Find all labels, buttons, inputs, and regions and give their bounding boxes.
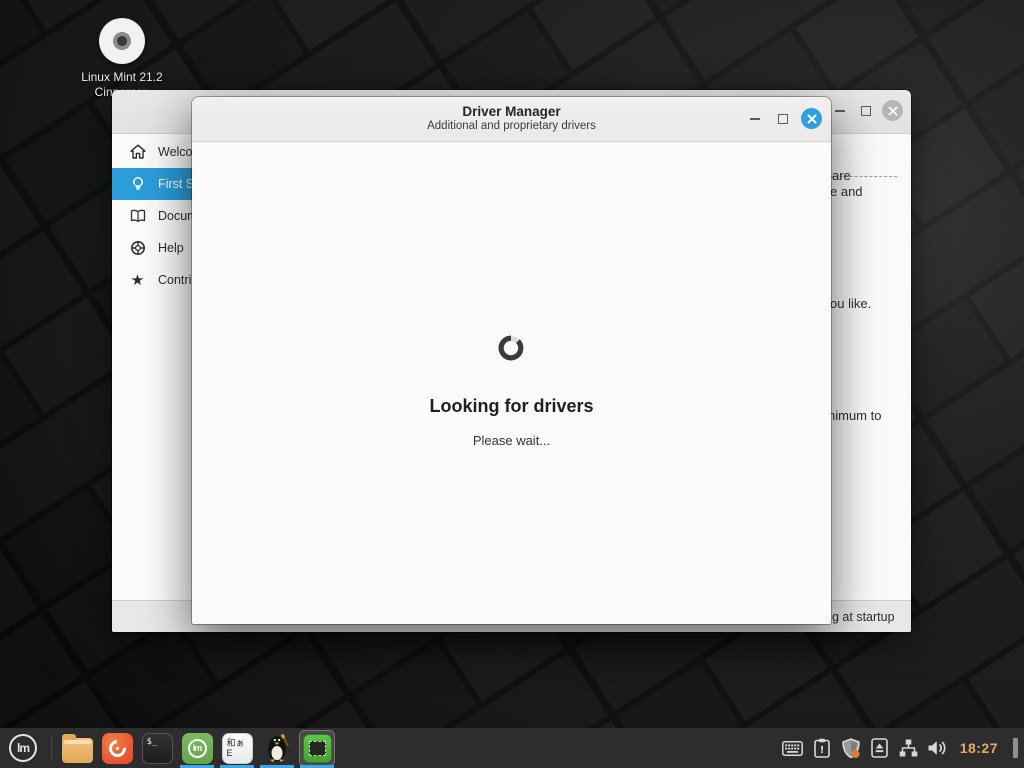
content-text-fragment: nimum to xyxy=(828,408,881,423)
desktop-icon-label-line1: Linux Mint 21.2 xyxy=(72,70,172,85)
lightbulb-icon xyxy=(129,176,146,193)
terminal-icon: $_ xyxy=(142,733,173,764)
minimize-icon xyxy=(835,110,845,112)
folder-icon xyxy=(62,738,93,763)
clipboard-alert-icon[interactable]: ! xyxy=(811,736,833,760)
welcome-minimize-button[interactable] xyxy=(830,101,850,121)
cdrom-disc-icon xyxy=(99,18,145,64)
show-at-startup-label[interactable]: g at startup xyxy=(832,601,895,633)
system-tray: ! xyxy=(782,728,1024,768)
content-text-fragment: are xyxy=(832,168,851,183)
input-method-window-button[interactable]: 和ぁ E xyxy=(217,728,257,768)
close-icon xyxy=(888,106,898,116)
status-subtext: Please wait... xyxy=(192,433,831,448)
active-app-window-button[interactable] xyxy=(297,728,337,768)
welcome-maximize-button[interactable] xyxy=(856,101,876,121)
loading-spinner xyxy=(496,333,526,363)
minimize-icon xyxy=(750,118,760,120)
taskbar-clock[interactable]: 18:27 xyxy=(956,740,1002,756)
lifebuoy-icon xyxy=(129,240,146,257)
mint-welcome-icon: lm xyxy=(182,733,213,764)
welcome-close-button[interactable] xyxy=(882,100,903,121)
status-heading: Looking for drivers xyxy=(192,396,831,417)
home-icon xyxy=(129,144,146,161)
driver-manager-close-button[interactable] xyxy=(801,108,822,129)
network-icon[interactable] xyxy=(898,736,920,760)
mint-menu-button[interactable]: lm xyxy=(0,728,46,768)
files-launcher[interactable] xyxy=(57,728,97,768)
mint-logo-icon: lm xyxy=(9,734,37,762)
driver-manager-maximize-button[interactable] xyxy=(773,109,793,129)
content-text-fragment: ou like. xyxy=(830,296,871,311)
svg-text:!: ! xyxy=(819,745,824,756)
mint-welcome-window-button[interactable]: lm xyxy=(177,728,217,768)
active-window-highlight xyxy=(299,730,335,766)
taskbar-separator xyxy=(51,735,52,761)
removable-media-eject-icon[interactable] xyxy=(869,736,891,760)
driver-manager-content: Looking for drivers Please wait... xyxy=(192,143,831,624)
taskbar: lm $_ lm 和ぁ E xyxy=(0,728,1024,768)
screenshot-area-icon xyxy=(303,734,332,763)
sidebar-item-label: Help xyxy=(158,241,184,255)
firefox-icon xyxy=(102,733,133,764)
volume-icon[interactable] xyxy=(927,736,949,760)
desktop: Linux Mint 21.2 Cinnamon Welcome xyxy=(0,0,1024,768)
star-icon: ★ xyxy=(129,272,146,289)
update-manager-shield-icon[interactable] xyxy=(840,736,862,760)
book-icon xyxy=(129,208,146,225)
window-subtitle: Additional and proprietary drivers xyxy=(192,120,831,132)
tux-app-window-button[interactable] xyxy=(257,728,297,768)
input-method-icon: 和ぁ E xyxy=(222,733,253,764)
driver-manager-minimize-button[interactable] xyxy=(745,109,765,129)
firefox-launcher[interactable] xyxy=(97,728,137,768)
keyboard-layout-icon[interactable] xyxy=(782,736,804,760)
maximize-icon xyxy=(861,106,871,116)
driver-manager-titlebar[interactable]: Driver Manager Additional and proprietar… xyxy=(192,97,831,142)
content-text-fragment: e and xyxy=(830,184,863,199)
window-title: Driver Manager xyxy=(192,104,831,119)
close-icon xyxy=(807,114,817,124)
show-desktop-edge[interactable] xyxy=(1013,738,1018,758)
terminal-launcher[interactable]: $_ xyxy=(137,728,177,768)
tux-penguin-icon xyxy=(263,732,291,764)
desktop-icon-linux-mint-installer[interactable]: Linux Mint 21.2 Cinnamon xyxy=(72,18,172,100)
maximize-icon xyxy=(778,114,788,124)
driver-manager-window: Driver Manager Additional and proprietar… xyxy=(192,97,831,624)
